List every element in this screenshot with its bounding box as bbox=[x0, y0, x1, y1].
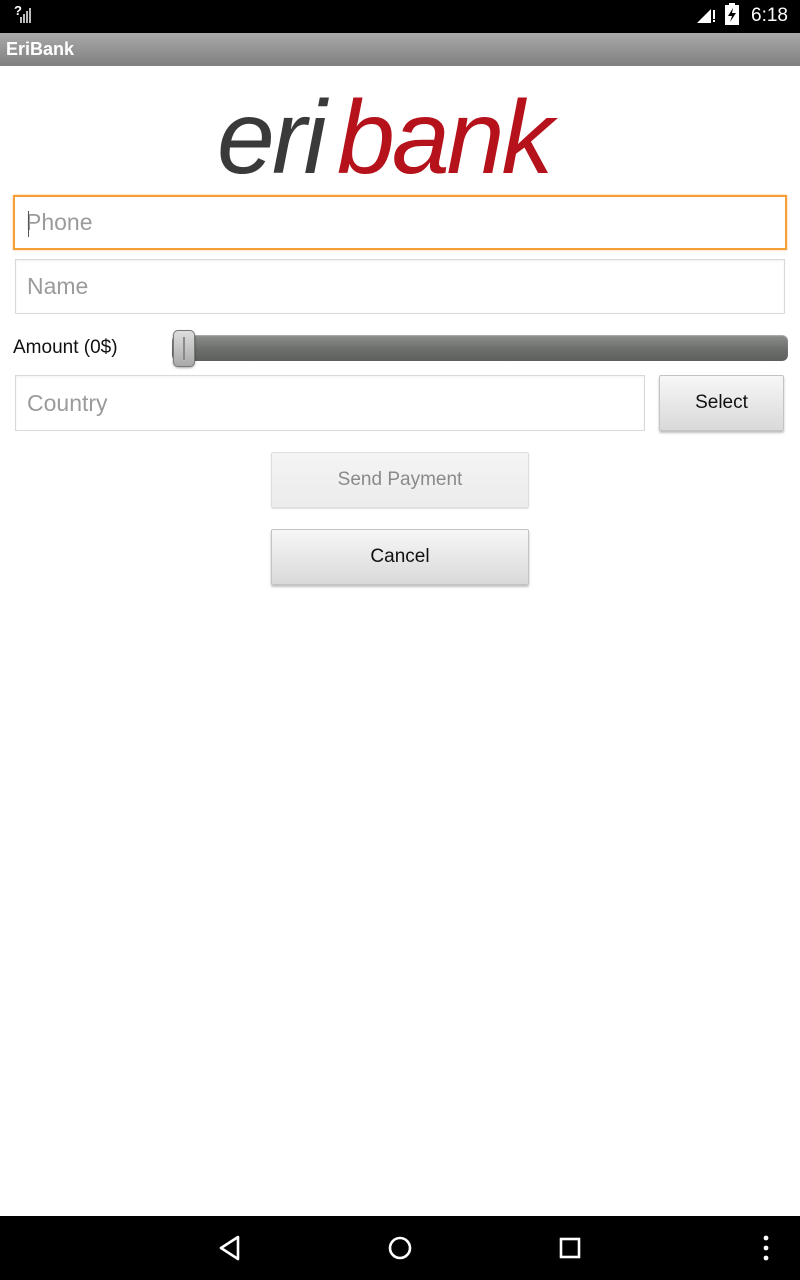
back-icon[interactable] bbox=[216, 1234, 244, 1262]
phone-field[interactable] bbox=[13, 195, 787, 250]
recents-icon[interactable] bbox=[556, 1234, 584, 1262]
phone-input[interactable] bbox=[15, 197, 785, 248]
country-input[interactable] bbox=[16, 376, 644, 430]
eribank-logo: eri bank bbox=[215, 72, 595, 196]
navigation-bar bbox=[0, 1216, 800, 1280]
unknown-signal-icon: ? bbox=[14, 3, 36, 30]
amount-slider-thumb[interactable] bbox=[173, 330, 195, 367]
amount-label: Amount (0$) bbox=[13, 337, 118, 358]
cellular-signal-icon bbox=[695, 4, 717, 29]
app-bar: EriBank bbox=[0, 33, 800, 66]
name-field[interactable] bbox=[15, 259, 785, 314]
status-right: 6:18 bbox=[695, 2, 788, 30]
battery-charging-icon bbox=[725, 2, 740, 30]
status-bar: ? 6:18 bbox=[0, 0, 800, 33]
amount-slider[interactable] bbox=[172, 335, 788, 361]
logo-bank-text: bank bbox=[337, 80, 559, 188]
status-time: 6:18 bbox=[751, 5, 788, 26]
status-left: ? bbox=[14, 3, 36, 30]
svg-text:?: ? bbox=[14, 3, 22, 18]
select-country-button[interactable]: Select bbox=[659, 375, 784, 431]
country-field[interactable] bbox=[15, 375, 645, 431]
logo-eri-text: eri bbox=[217, 80, 329, 188]
overflow-menu-icon[interactable] bbox=[752, 1234, 780, 1262]
name-input[interactable] bbox=[16, 260, 784, 313]
home-icon[interactable] bbox=[386, 1234, 414, 1262]
text-cursor bbox=[28, 211, 29, 237]
app-title: EriBank bbox=[6, 39, 75, 59]
send-payment-button[interactable]: Send Payment bbox=[271, 452, 529, 508]
cancel-button[interactable]: Cancel bbox=[271, 529, 529, 585]
